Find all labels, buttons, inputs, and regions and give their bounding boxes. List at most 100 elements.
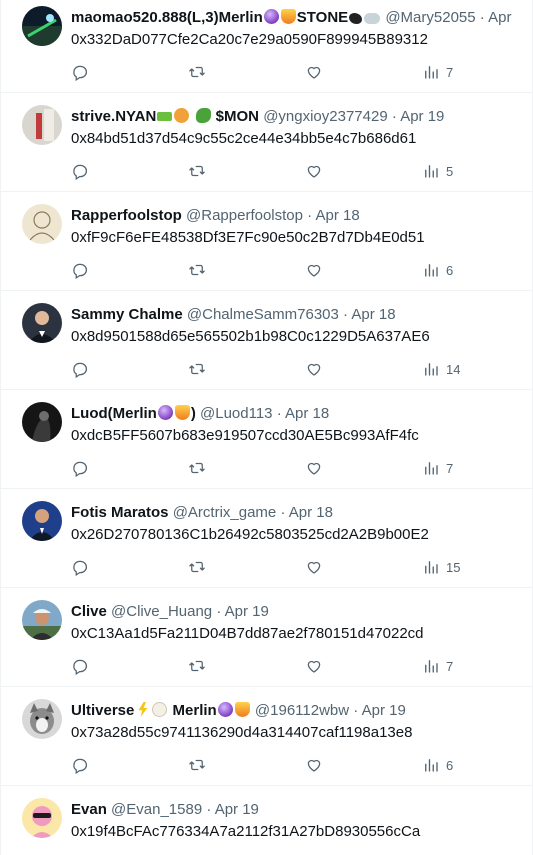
reply-button[interactable] [71, 359, 89, 379]
heart-icon [305, 360, 323, 378]
reply-button[interactable] [71, 260, 89, 280]
user-handle[interactable]: @yngxioy2377429 [263, 108, 387, 125]
user-handle[interactable]: @Clive_Huang [111, 603, 212, 620]
like-button[interactable] [305, 62, 323, 82]
user-handle[interactable]: @Mary52055 [385, 9, 475, 26]
views-button[interactable]: 15 [422, 557, 460, 577]
avatar[interactable] [22, 501, 62, 541]
reply-icon [71, 558, 89, 576]
display-name[interactable]: maomao520.888(L,3)Merlin [71, 9, 263, 26]
user-handle[interactable]: @ChalmeSamm76303 [187, 306, 339, 323]
tweet-date[interactable]: Apr 19 [362, 702, 406, 719]
purple-orb-icon [217, 702, 233, 717]
tweet-date[interactable]: Apr 19 [225, 603, 269, 620]
user-handle[interactable]: @Rapperfoolstop [186, 207, 303, 224]
tweet-text: 0xC13Aa1d5Fa211D04B7dd87ae2f780151d47022… [71, 625, 424, 642]
views-button[interactable]: 7 [422, 458, 453, 478]
devil-face-icon [174, 108, 190, 123]
like-button[interactable] [305, 260, 323, 280]
display-name[interactable]: Luod(Merlin [71, 405, 157, 422]
tweet-date[interactable]: Apr 18 [316, 207, 360, 224]
like-button[interactable] [305, 458, 323, 478]
avatar[interactable] [22, 105, 62, 145]
tweet-date[interactable]: Apr 19 [215, 801, 259, 818]
tweet[interactable]: Sammy Chalme @ChalmeSamm76303 · Apr 18 0… [1, 291, 532, 390]
tweet-header: Fotis Maratos @Arctrix_game · Apr 18 [71, 503, 532, 523]
user-handle[interactable]: @Evan_1589 [111, 801, 202, 818]
tweet-actions: 14 [71, 359, 471, 379]
tweet-header: Ultiverse Merlin @196112wbw · Apr 19 [71, 701, 532, 721]
tweet[interactable]: Ultiverse Merlin @196112wbw · Apr 19 0x7… [1, 687, 532, 786]
separator-dot: · [479, 9, 485, 26]
like-button[interactable] [305, 359, 323, 379]
user-handle[interactable]: @Arctrix_game [173, 504, 277, 521]
like-button[interactable] [305, 557, 323, 577]
views-button[interactable]: 14 [422, 359, 460, 379]
heart-icon [305, 261, 323, 279]
tweet[interactable]: Luod(Merlin) @Luod113 · Apr 18 0xdcB5FF5… [1, 390, 532, 489]
display-name[interactable]: Clive [71, 603, 107, 620]
display-name[interactable]: Rapperfoolstop [71, 207, 182, 224]
heart-icon [305, 162, 323, 180]
views-icon [422, 162, 440, 180]
retweet-button[interactable] [188, 62, 206, 82]
retweet-button[interactable] [188, 557, 206, 577]
tweet[interactable]: strive.NYAN $MON @yngxioy2377429 · Apr 1… [1, 93, 532, 192]
tweet-text: 0x8d9501588d65e565502b1b98C0c1229D5A637A… [71, 328, 430, 345]
display-name-suffix: $MON [215, 108, 260, 125]
separator-dot: · [280, 504, 286, 521]
reply-button[interactable] [71, 62, 89, 82]
tweet-header: Rapperfoolstop @Rapperfoolstop · Apr 18 [71, 206, 532, 226]
views-button[interactable]: 6 [422, 260, 453, 280]
display-name[interactable]: strive.NYAN [71, 108, 156, 125]
display-name[interactable]: Sammy Chalme [71, 306, 183, 323]
purple-orb-icon [263, 9, 279, 24]
user-handle[interactable]: @Luod113 [200, 405, 273, 422]
reply-button[interactable] [71, 458, 89, 478]
like-button[interactable] [305, 755, 323, 775]
reply-button[interactable] [71, 656, 89, 676]
reply-button[interactable] [71, 755, 89, 775]
reply-button[interactable] [71, 161, 89, 181]
views-button[interactable]: 7 [422, 62, 453, 82]
reply-button[interactable] [71, 557, 89, 577]
retweet-button[interactable] [188, 260, 206, 280]
tweet-date[interactable]: Apr [488, 9, 511, 26]
views-icon [422, 360, 440, 378]
avatar[interactable] [22, 600, 62, 640]
tweet-actions: 6 [71, 260, 471, 280]
avatar[interactable] [22, 402, 62, 442]
views-button[interactable]: 5 [422, 161, 453, 181]
display-name[interactable]: Ultiverse [71, 702, 134, 719]
tweet-text: 0x332DaD077Cfe2Ca20c7e29a0590F899945B893… [71, 31, 428, 48]
retweet-button[interactable] [188, 458, 206, 478]
like-button[interactable] [305, 656, 323, 676]
views-button[interactable]: 6 [422, 755, 453, 775]
avatar[interactable] [22, 798, 62, 838]
retweet-button[interactable] [188, 656, 206, 676]
retweet-button[interactable] [188, 755, 206, 775]
retweet-button[interactable] [188, 161, 206, 181]
tweet-date[interactable]: Apr 18 [351, 306, 395, 323]
tweet-feed: maomao520.888(L,3)Merlin STONE @Mary52055… [0, 0, 533, 855]
avatar[interactable] [22, 6, 62, 46]
avatar[interactable] [22, 303, 62, 343]
like-button[interactable] [305, 161, 323, 181]
user-handle[interactable]: @196112wbw [255, 702, 349, 719]
tweet-date[interactable]: Apr 19 [400, 108, 444, 125]
tweet[interactable]: maomao520.888(L,3)Merlin STONE @Mary52055… [1, 0, 532, 93]
tweet[interactable]: Clive @Clive_Huang · Apr 19 0xC13Aa1d5Fa… [1, 588, 532, 687]
sheep-icon [152, 702, 168, 717]
tweet[interactable]: Fotis Maratos @Arctrix_game · Apr 18 0x2… [1, 489, 532, 588]
tweet-date[interactable]: Apr 18 [289, 504, 333, 521]
avatar[interactable] [22, 699, 62, 739]
tweet[interactable]: Rapperfoolstop @Rapperfoolstop · Apr 18 … [1, 192, 532, 291]
display-name[interactable]: Fotis Maratos [71, 504, 169, 521]
reply-icon [71, 162, 89, 180]
tweet[interactable]: Evan @Evan_1589 · Apr 19 0x19f4BcFAc7763… [1, 786, 532, 855]
avatar[interactable] [22, 204, 62, 244]
tweet-date[interactable]: Apr 18 [285, 405, 329, 422]
views-button[interactable]: 7 [422, 656, 453, 676]
retweet-button[interactable] [188, 359, 206, 379]
display-name[interactable]: Evan [71, 801, 107, 818]
